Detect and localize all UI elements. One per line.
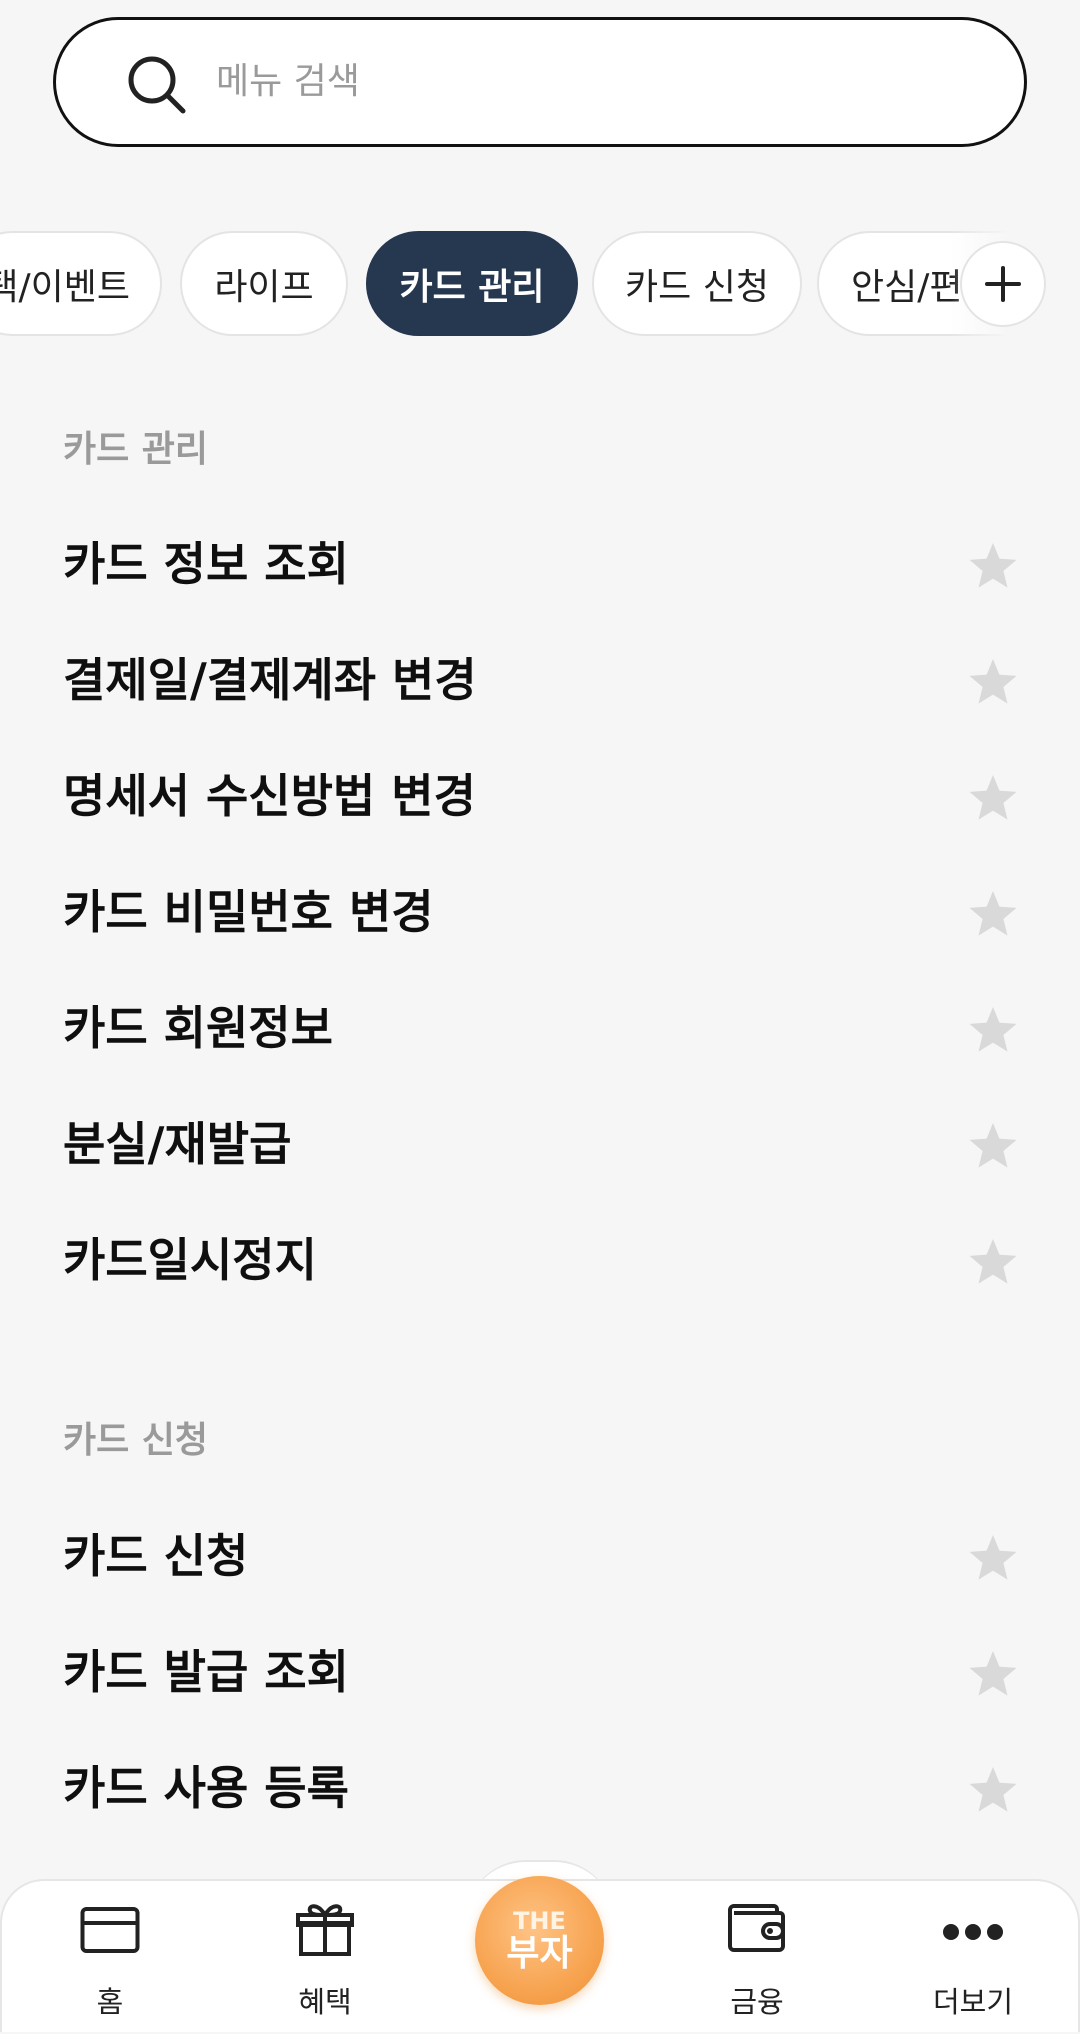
nav-label: 혜택	[298, 1985, 352, 2019]
menu-item-label: 명세서 수신방법 변경	[63, 769, 476, 823]
menu-item-payment-date[interactable]: 결제일/결제계좌 변경	[0, 630, 1080, 730]
menu-item-card-apply[interactable]: 카드 신청	[0, 1506, 1080, 1606]
tab-label: 카드 관리	[399, 266, 545, 308]
center-button-bottom-text: 부자	[506, 1932, 573, 1974]
nav-label: 홈	[96, 1985, 124, 2019]
menu-item-label: 카드 사용 등록	[63, 1761, 349, 1815]
wallet-icon	[728, 1904, 785, 1952]
tab-label: 안심/편	[851, 266, 963, 308]
section-title-card-application: 카드 신청	[63, 1420, 209, 1461]
menu-item-label: 카드 신청	[63, 1529, 249, 1583]
add-tab-button[interactable]	[960, 241, 1046, 327]
menu-item-issue-status[interactable]: 카드 발급 조회	[0, 1622, 1080, 1722]
tab-card-application[interactable]: 카드 신청	[592, 231, 802, 336]
star-icon[interactable]	[967, 541, 1019, 591]
menu-item-lost-reissue[interactable]: 분실/재발급	[0, 1094, 1080, 1194]
category-tabs: 택/이벤트 라이프 카드 관리 카드 신청 안심/편	[0, 231, 1080, 338]
star-icon[interactable]	[967, 1237, 1019, 1287]
menu-item-label: 카드 비밀번호 변경	[63, 885, 434, 939]
center-button-top-text: THE	[513, 1906, 566, 1935]
menu-item-label: 분실/재발급	[63, 1117, 292, 1171]
search-placeholder: 메뉴 검색	[216, 61, 360, 102]
tab-label: 택/이벤트	[0, 266, 130, 308]
plus-icon	[985, 266, 1021, 302]
nav-label: 금융	[730, 1985, 784, 2019]
gift-icon	[296, 1904, 354, 1956]
menu-item-card-password[interactable]: 카드 비밀번호 변경	[0, 862, 1080, 962]
star-icon[interactable]	[967, 1765, 1019, 1815]
section-title-card-management: 카드 관리	[63, 429, 209, 470]
nav-more[interactable]: 더보기	[903, 1881, 1043, 2034]
star-icon[interactable]	[967, 773, 1019, 823]
tab-benefit-event[interactable]: 택/이벤트	[0, 231, 162, 336]
tab-label: 카드 신청	[625, 266, 769, 308]
star-icon[interactable]	[967, 1533, 1019, 1583]
menu-item-statement-method[interactable]: 명세서 수신방법 변경	[0, 746, 1080, 846]
menu-item-label: 카드 정보 조회	[63, 537, 349, 591]
tab-card-management[interactable]: 카드 관리	[366, 231, 578, 336]
the-buja-button[interactable]: THE 부자	[475, 1876, 604, 2005]
tab-label: 라이프	[214, 266, 314, 308]
star-icon[interactable]	[967, 1121, 1019, 1171]
menu-item-member-info[interactable]: 카드 회원정보	[0, 978, 1080, 1078]
tab-life[interactable]: 라이프	[180, 231, 348, 336]
nav-home[interactable]: 홈	[40, 1881, 180, 2034]
star-icon[interactable]	[967, 1005, 1019, 1055]
menu-item-label: 카드 회원정보	[63, 1001, 333, 1055]
star-icon[interactable]	[967, 889, 1019, 939]
dots-icon	[943, 1924, 1003, 1940]
menu-item-label: 카드 발급 조회	[63, 1645, 349, 1699]
star-icon[interactable]	[967, 1649, 1019, 1699]
search-icon	[128, 56, 186, 114]
menu-item-card-suspend[interactable]: 카드일시정지	[0, 1210, 1080, 1310]
nav-benefits[interactable]: 혜택	[255, 1881, 395, 2034]
card-icon	[80, 1907, 140, 1953]
menu-item-card-register[interactable]: 카드 사용 등록	[0, 1738, 1080, 1838]
menu-item-label: 결제일/결제계좌 변경	[63, 653, 477, 707]
menu-item-label: 카드일시정지	[63, 1233, 317, 1287]
nav-label: 더보기	[932, 1985, 1014, 2019]
menu-item-card-info[interactable]: 카드 정보 조회	[0, 514, 1080, 614]
search-bar[interactable]: 메뉴 검색	[53, 17, 1027, 147]
star-icon[interactable]	[967, 657, 1019, 707]
nav-finance[interactable]: 금융	[687, 1881, 827, 2034]
